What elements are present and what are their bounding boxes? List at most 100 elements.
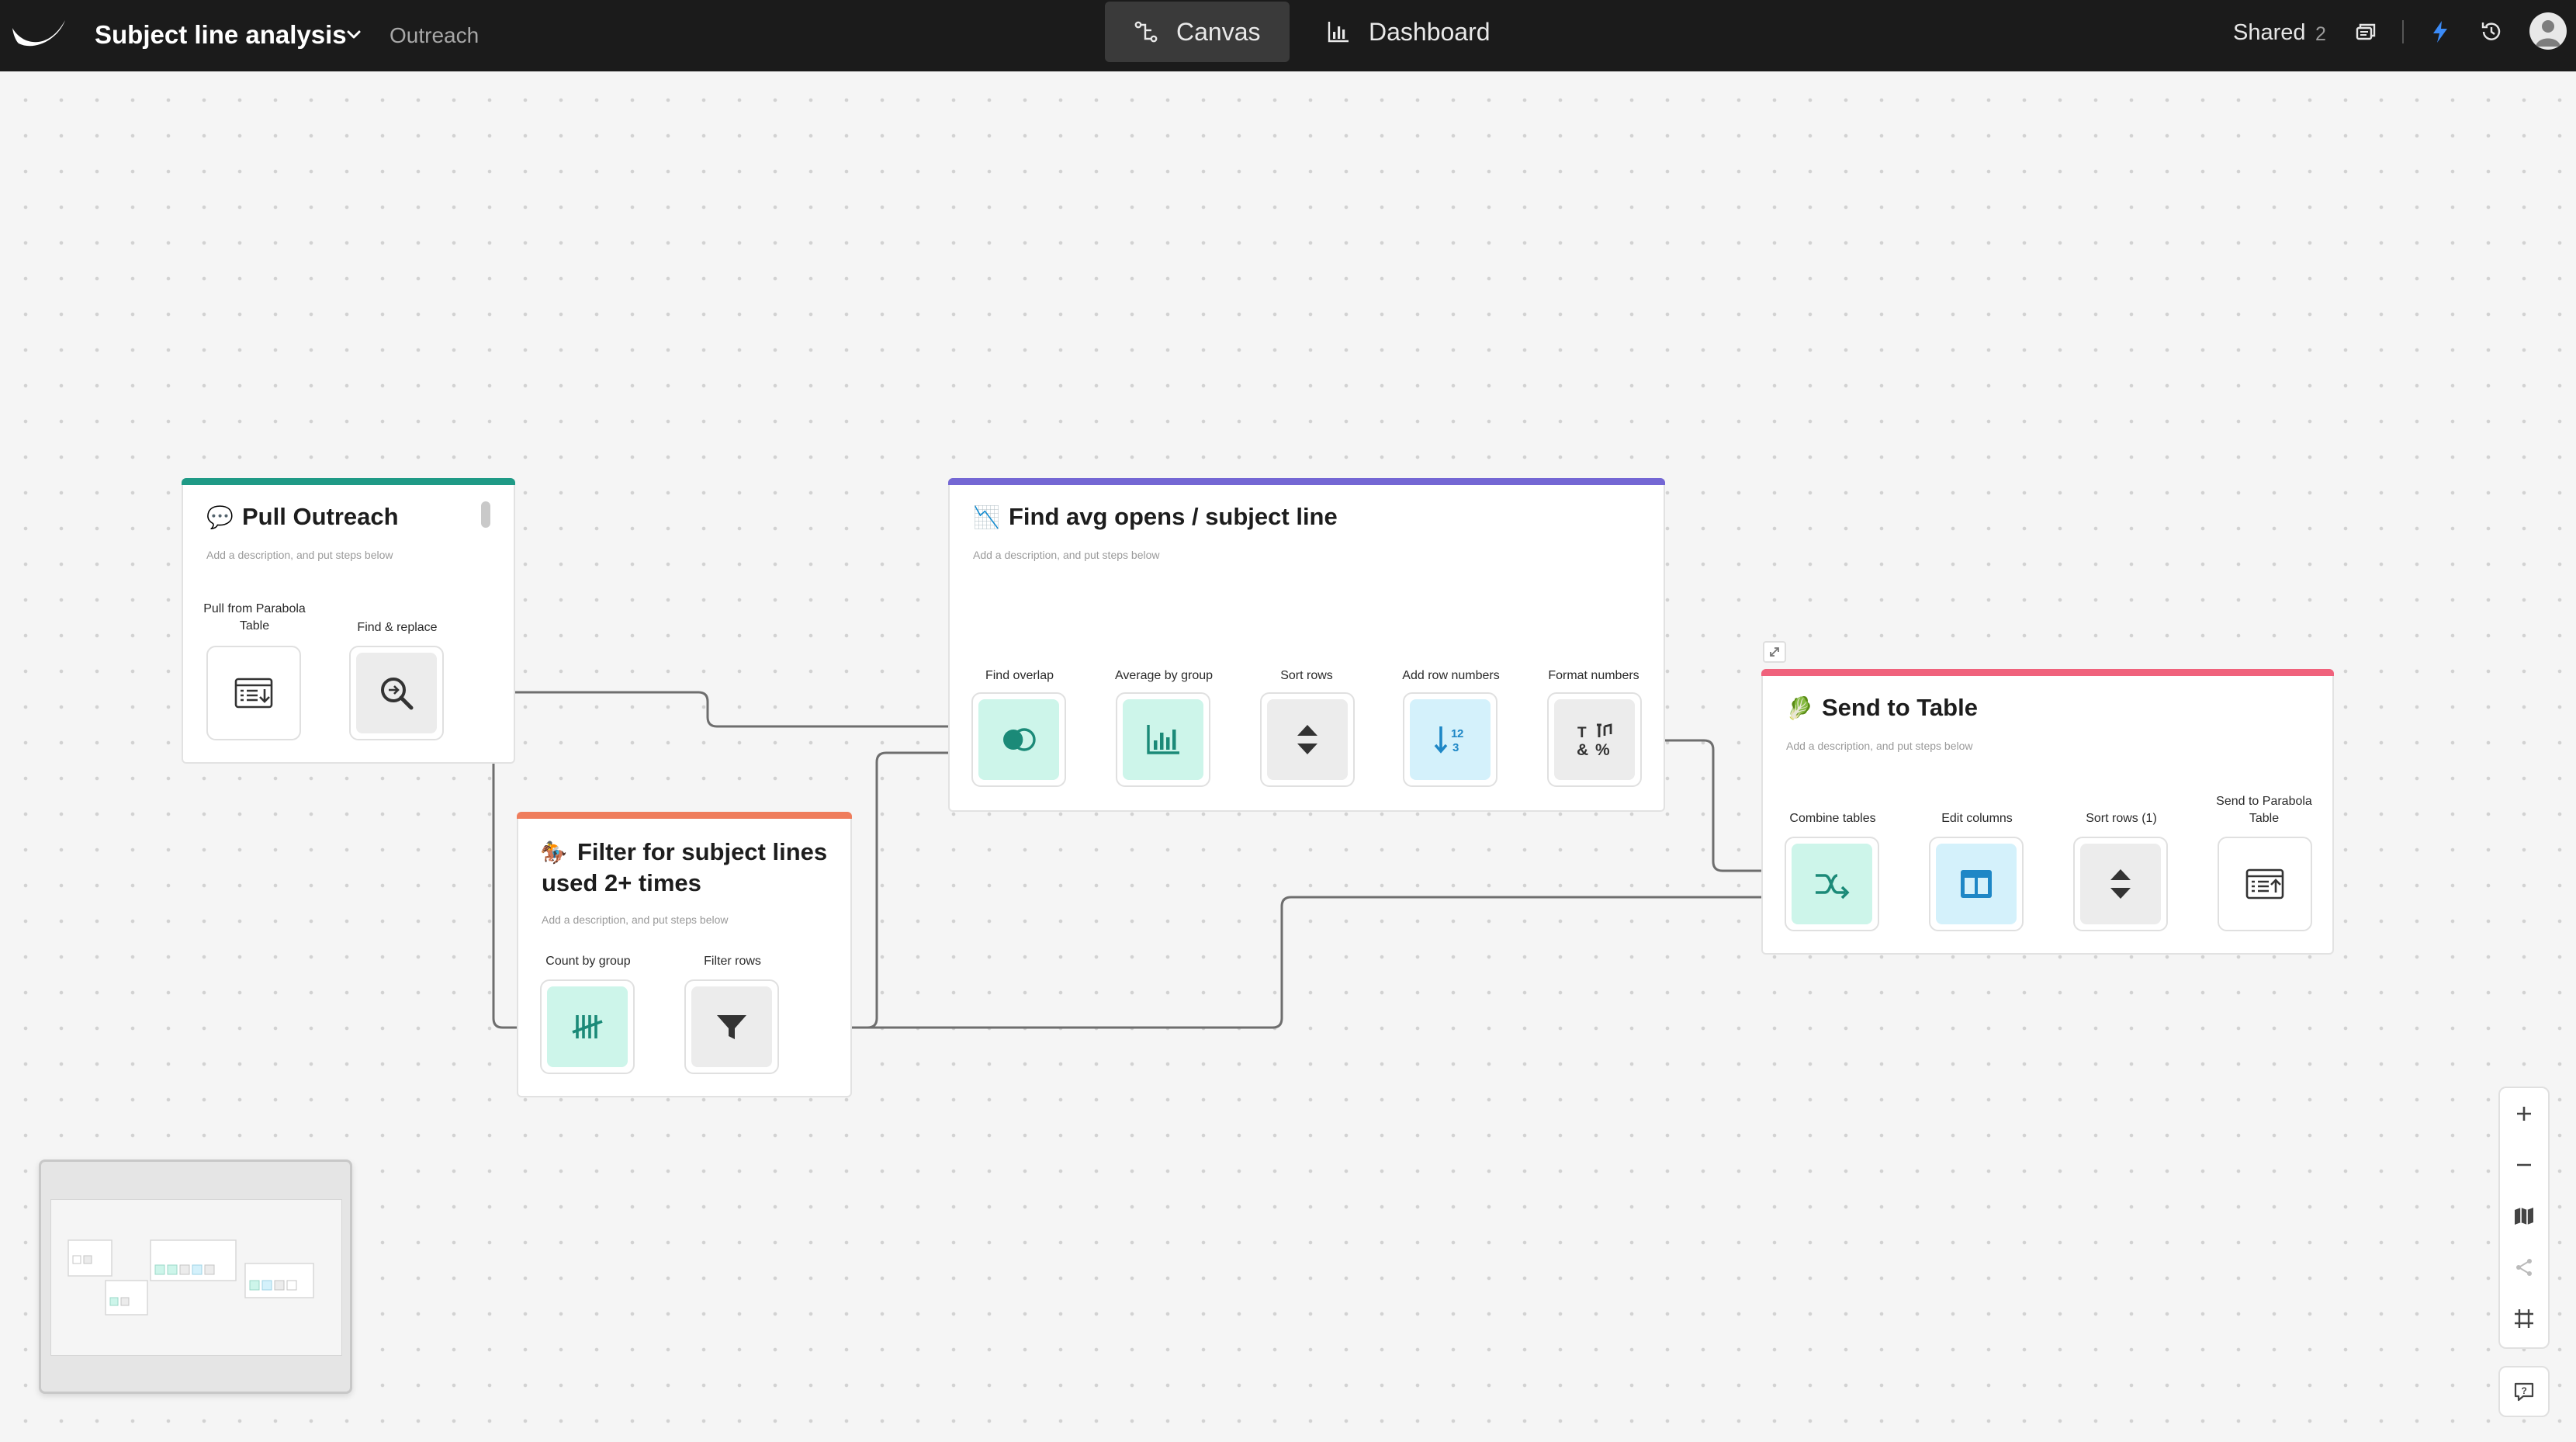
tidy-layout-button[interactable]: [2500, 1242, 2548, 1293]
card-filter-subject-lines[interactable]: 🏇 Filter for subject lines used 2+ times…: [517, 812, 852, 1097]
card-description[interactable]: Add a description, and put steps below: [1786, 739, 1973, 753]
help-chat-icon: ?: [2514, 1382, 2534, 1402]
help-button[interactable]: ?: [2498, 1366, 2550, 1417]
step-label: Average by group: [1114, 669, 1214, 682]
minimap[interactable]: [39, 1159, 352, 1394]
step-label: Send to Parabola Table: [2216, 795, 2312, 825]
step-sort-rows-1[interactable]: [2073, 837, 2168, 931]
card-color-bar: [948, 478, 1665, 485]
format-numbers-icon: T & %: [1577, 723, 1612, 759]
map-icon: [2515, 1208, 2533, 1225]
table-export-icon: [2245, 868, 2284, 900]
step-label: Sort rows (1): [2086, 812, 2157, 825]
step-label: Find & replace: [357, 621, 438, 634]
tab-dashboard-label: Dashboard: [1369, 17, 1491, 46]
shared-count: 2: [2315, 23, 2326, 45]
step-edit-columns[interactable]: [1929, 837, 2024, 931]
toolbar-divider: [2402, 20, 2404, 43]
tab-canvas[interactable]: Canvas: [1105, 2, 1290, 62]
step-filter-rows[interactable]: [684, 979, 779, 1074]
svg-text:3: 3: [1452, 741, 1459, 754]
chevron-down-icon[interactable]: [345, 23, 363, 47]
card-pull-outreach[interactable]: 💬 Pull Outreach Add a description, and p…: [182, 478, 515, 764]
svg-text:%: %: [1595, 741, 1610, 759]
zoom-out-icon: [2517, 1163, 2531, 1166]
step-find-and-replace[interactable]: [349, 646, 444, 740]
step-find-overlap[interactable]: [971, 692, 1066, 787]
top-bar: Subject line analysis Outreach Canvas Da…: [0, 0, 2576, 71]
shared-label[interactable]: Shared: [2233, 17, 2306, 48]
step-label: Format numbers: [1548, 669, 1639, 682]
chart-decreasing-icon: 📉: [973, 505, 1000, 529]
table-import-icon: [234, 678, 273, 709]
flow-icon: [1134, 21, 1158, 43]
lightning-icon[interactable]: [2427, 19, 2453, 45]
bar-chart-icon: [1328, 22, 1349, 43]
map-button[interactable]: [2500, 1191, 2548, 1242]
horse-racing-icon: 🏇: [540, 841, 567, 865]
step-label: Filter rows: [704, 955, 761, 968]
step-label: Add row numbers: [1402, 669, 1500, 682]
sort-icon: [2110, 869, 2131, 899]
card-description[interactable]: Add a description, and put steps below: [206, 548, 393, 562]
svg-text:2: 2: [1457, 727, 1463, 740]
card-color-bar: [517, 812, 852, 819]
funnel-icon: [717, 1015, 746, 1039]
step-send-to-parabola-table[interactable]: [2218, 837, 2312, 931]
step-label: Combine tables: [1789, 812, 1876, 825]
fit-frame-button[interactable]: [2500, 1293, 2548, 1344]
card-title-line2[interactable]: used 2+ times: [542, 868, 701, 899]
zoom-in-button[interactable]: [2500, 1088, 2548, 1139]
columns-icon: [1961, 870, 1992, 898]
history-icon[interactable]: [2478, 19, 2505, 45]
drag-handle[interactable]: [481, 501, 490, 528]
svg-text:&: &: [1577, 741, 1588, 759]
project-title[interactable]: Subject line analysis: [95, 17, 347, 53]
user-avatar-icon[interactable]: [2529, 12, 2567, 50]
card-title[interactable]: Find avg opens / subject line: [1009, 501, 1338, 532]
card-title-line1[interactable]: Filter for subject lines: [577, 837, 827, 868]
tab-dashboard[interactable]: Dashboard: [1297, 2, 1522, 62]
card-find-avg-opens[interactable]: 📉 Find avg opens / subject line Add a de…: [948, 478, 1665, 812]
step-label: Count by group: [545, 955, 631, 968]
fit-frame-icon: [2515, 1309, 2533, 1328]
card-send-to-table[interactable]: 🥬 Send to Table Add a description, and p…: [1761, 669, 2334, 955]
step-label: Pull from Parabola Table: [203, 602, 306, 633]
tidy-icon: [2516, 1259, 2532, 1276]
leafy-green-icon: 🥬: [1786, 696, 1813, 720]
overlap-icon: [1003, 728, 1036, 751]
card-color-bar: [182, 478, 515, 485]
combine-icon: [1816, 874, 1850, 900]
card-title[interactable]: Send to Table: [1822, 692, 1978, 723]
card-description[interactable]: Add a description, and put steps below: [542, 913, 729, 927]
step-add-row-numbers[interactable]: 1 2 3: [1403, 692, 1497, 787]
bar-chart-icon: [1147, 725, 1179, 754]
step-label: Edit columns: [1941, 812, 2013, 825]
sort-icon: [1297, 725, 1317, 754]
tally-icon: [572, 1015, 603, 1038]
step-label: Find overlap: [985, 669, 1054, 682]
minimap-viewport[interactable]: [50, 1199, 342, 1356]
step-label: Sort rows: [1280, 669, 1333, 682]
row-numbers-icon: 1 2 3: [1434, 726, 1463, 754]
step-count-by-group[interactable]: [540, 979, 635, 1074]
collapse-toggle-icon[interactable]: [1763, 641, 1786, 663]
step-sort-rows[interactable]: [1260, 692, 1355, 787]
card-description[interactable]: Add a description, and put steps below: [973, 548, 1160, 562]
project-folder[interactable]: Outreach: [390, 19, 479, 53]
parabola-logo-icon[interactable]: [11, 17, 68, 53]
step-pull-from-parabola-table[interactable]: [206, 646, 301, 740]
step-format-numbers[interactable]: T & %: [1547, 692, 1642, 787]
zoom-in-icon: [2517, 1107, 2531, 1121]
speech-bubble-icon: 💬: [206, 505, 234, 529]
svg-text:T: T: [1577, 725, 1587, 741]
magnifier-icon: [381, 678, 414, 710]
layers-icon[interactable]: [2353, 19, 2379, 45]
step-combine-tables[interactable]: [1785, 837, 1879, 931]
card-title[interactable]: Pull Outreach: [242, 501, 399, 532]
card-color-bar: [1761, 669, 2334, 676]
zoom-controls: [2498, 1087, 2550, 1349]
step-average-by-group[interactable]: [1116, 692, 1210, 787]
zoom-out-button[interactable]: [2500, 1139, 2548, 1191]
tab-canvas-label: Canvas: [1176, 17, 1261, 46]
